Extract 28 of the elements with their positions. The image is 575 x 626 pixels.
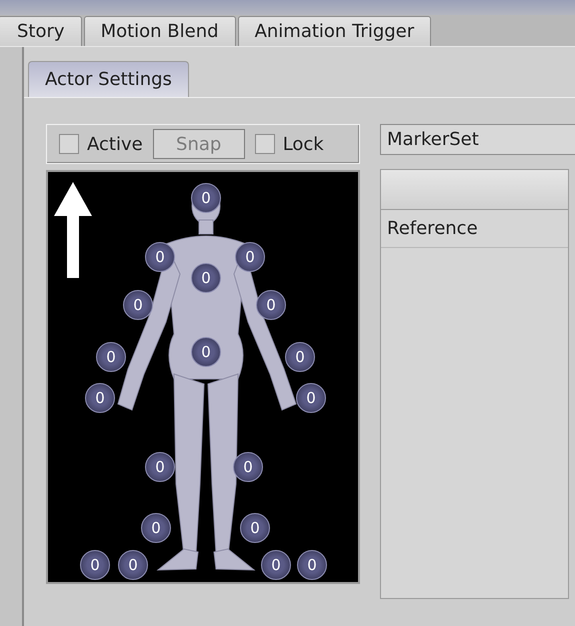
marker[interactable]: 0 — [285, 342, 315, 372]
marker[interactable]: 0 — [80, 550, 110, 580]
marker[interactable]: 0 — [235, 242, 265, 272]
marker[interactable]: 0 — [240, 513, 270, 543]
marker[interactable]: 0 — [296, 383, 326, 413]
marker[interactable]: 0 — [85, 383, 115, 413]
marker[interactable]: 0 — [145, 452, 175, 482]
marker[interactable]: 0 — [96, 342, 126, 372]
tab[interactable]: Story — [0, 16, 82, 46]
tab[interactable]: Animation Trigger — [238, 16, 432, 46]
tab[interactable]: Motion Blend — [84, 16, 236, 46]
list-item[interactable]: Reference — [381, 210, 568, 248]
marker[interactable]: 0 — [297, 550, 327, 580]
marker[interactable]: 0 — [141, 513, 171, 543]
marker[interactable]: 0 — [256, 290, 286, 320]
marker[interactable]: 0 — [123, 290, 153, 320]
checkbox-label: Lock — [282, 132, 324, 156]
marker-set-field[interactable]: MarkerSet — [380, 124, 575, 155]
checkbox-label: Active — [87, 132, 143, 156]
checkbox[interactable] — [59, 134, 79, 154]
checkbox[interactable] — [254, 134, 275, 154]
arrow-up-icon — [54, 182, 92, 278]
marker[interactable]: 0 — [261, 550, 291, 580]
marker[interactable]: 0 — [145, 242, 175, 272]
marker[interactable]: 0 — [233, 452, 263, 482]
marker[interactable]: 0 — [118, 550, 148, 580]
marker[interactable]: 0 — [191, 183, 221, 213]
tab[interactable]: Actor Settings — [28, 61, 189, 97]
